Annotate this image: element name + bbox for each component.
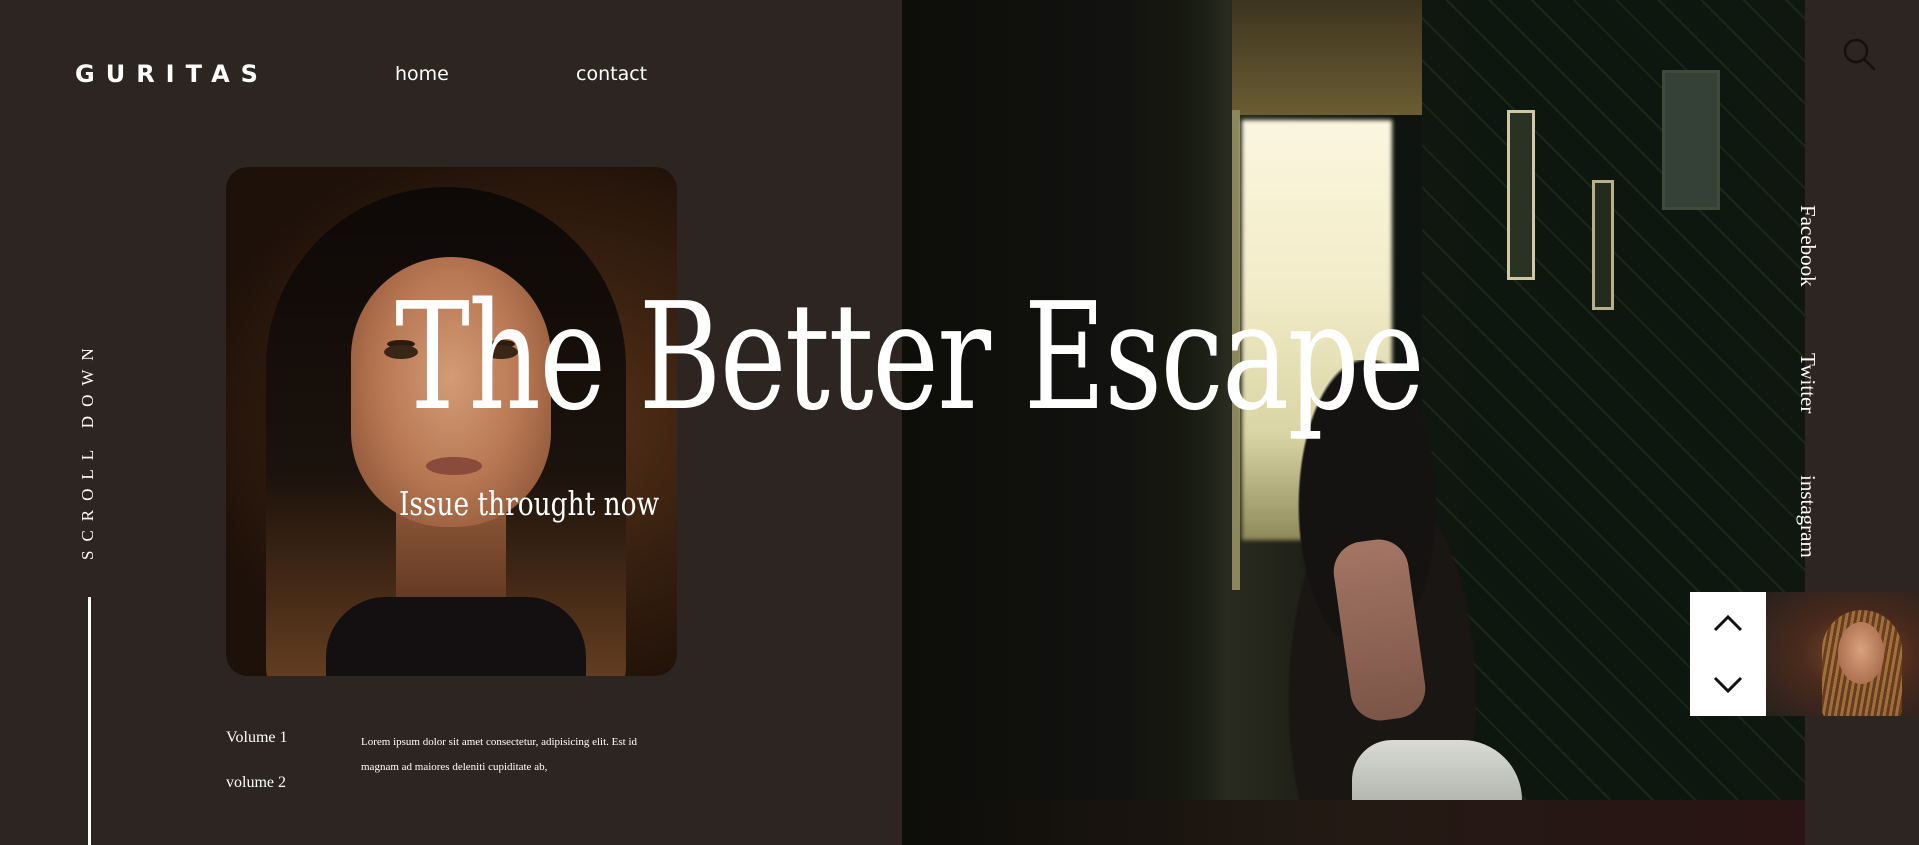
social-instagram-link[interactable]: instagram [1795, 475, 1820, 558]
social-facebook-link[interactable]: Facebook [1795, 205, 1820, 287]
next-slide-thumbnail[interactable] [1766, 592, 1919, 716]
social-twitter-link[interactable]: Twitter [1795, 353, 1820, 413]
chevron-down-icon[interactable] [1690, 654, 1766, 716]
hero-title: The Better Escape [395, 271, 1425, 443]
description-text: Lorem ipsum dolor sit amet consectetur, … [361, 736, 638, 773]
scroll-indicator-line [88, 597, 91, 845]
logo[interactable]: GURITAS [75, 60, 269, 88]
search-icon[interactable] [1841, 36, 1877, 72]
volume-2-link[interactable]: volume 2 [226, 774, 286, 792]
chevron-up-icon[interactable] [1690, 592, 1766, 654]
nav-home-link[interactable]: home [395, 63, 449, 85]
hero-subtitle: Issue throught now [399, 484, 660, 523]
scroll-down-label[interactable]: SCROLL DOWN [78, 339, 98, 560]
volume-1-link[interactable]: Volume 1 [226, 729, 287, 747]
nav-contact-link[interactable]: contact [576, 63, 647, 85]
slider-controls [1690, 592, 1766, 716]
